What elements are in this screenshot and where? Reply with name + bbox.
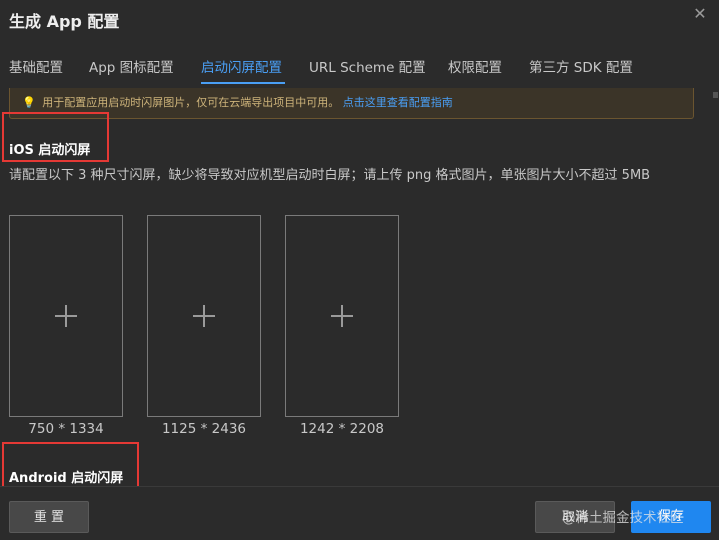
upload-750x1334[interactable]	[9, 215, 123, 417]
notice-text: 用于配置应用启动时闪屏图片，仅可在云端导出项目中可用。	[42, 96, 340, 109]
close-icon[interactable]: ✕	[692, 6, 708, 22]
size-label: 750 * 1334	[28, 421, 104, 437]
android-section-title: Android 启动闪屏	[9, 471, 124, 486]
notice-banner: 💡 用于配置应用启动时闪屏图片，仅可在云端导出项目中可用。 点击这里查看配置指南	[9, 88, 694, 119]
dialog-title: 生成 App 配置	[9, 12, 120, 31]
save-button[interactable]: 保存	[631, 501, 711, 533]
tab-third-party-sdk[interactable]: 第三方 SDK 配置	[529, 56, 633, 76]
tab-basic[interactable]: 基础配置	[9, 56, 63, 76]
upload-1125x2436[interactable]	[147, 215, 261, 417]
footer-divider	[0, 486, 719, 487]
size-label: 1242 * 2208	[299, 421, 385, 437]
cancel-button[interactable]: 取消	[535, 501, 615, 533]
tab-bar: 基础配置 App 图标配置 启动闪屏配置 URL Scheme 配置 权限配置 …	[0, 50, 719, 86]
tab-permissions[interactable]: 权限配置	[448, 56, 502, 76]
lightbulb-icon: 💡	[22, 96, 36, 109]
ios-description: 请配置以下 3 种尺寸闪屏，缺少将导致对应机型启动时白屏；请上传 png 格式图…	[9, 168, 651, 183]
guide-link[interactable]: 点击这里查看配置指南	[343, 96, 453, 109]
plus-icon	[331, 305, 353, 327]
plus-icon	[193, 305, 215, 327]
tab-splash[interactable]: 启动闪屏配置	[201, 56, 282, 76]
ios-section-title: iOS 启动闪屏	[9, 143, 91, 158]
reset-button[interactable]: 重 置	[9, 501, 89, 533]
upload-1242x2208[interactable]	[285, 215, 399, 417]
splash-config-panel: 💡 用于配置应用启动时闪屏图片，仅可在云端导出项目中可用。 点击这里查看配置指南…	[0, 88, 712, 486]
plus-icon	[55, 305, 77, 327]
size-label: 1125 * 2436	[161, 421, 247, 437]
scrollbar-thumb[interactable]	[713, 92, 718, 98]
tab-url-scheme[interactable]: URL Scheme 配置	[309, 56, 426, 76]
tab-app-icon[interactable]: App 图标配置	[89, 56, 174, 76]
active-tab-indicator	[201, 82, 285, 84]
